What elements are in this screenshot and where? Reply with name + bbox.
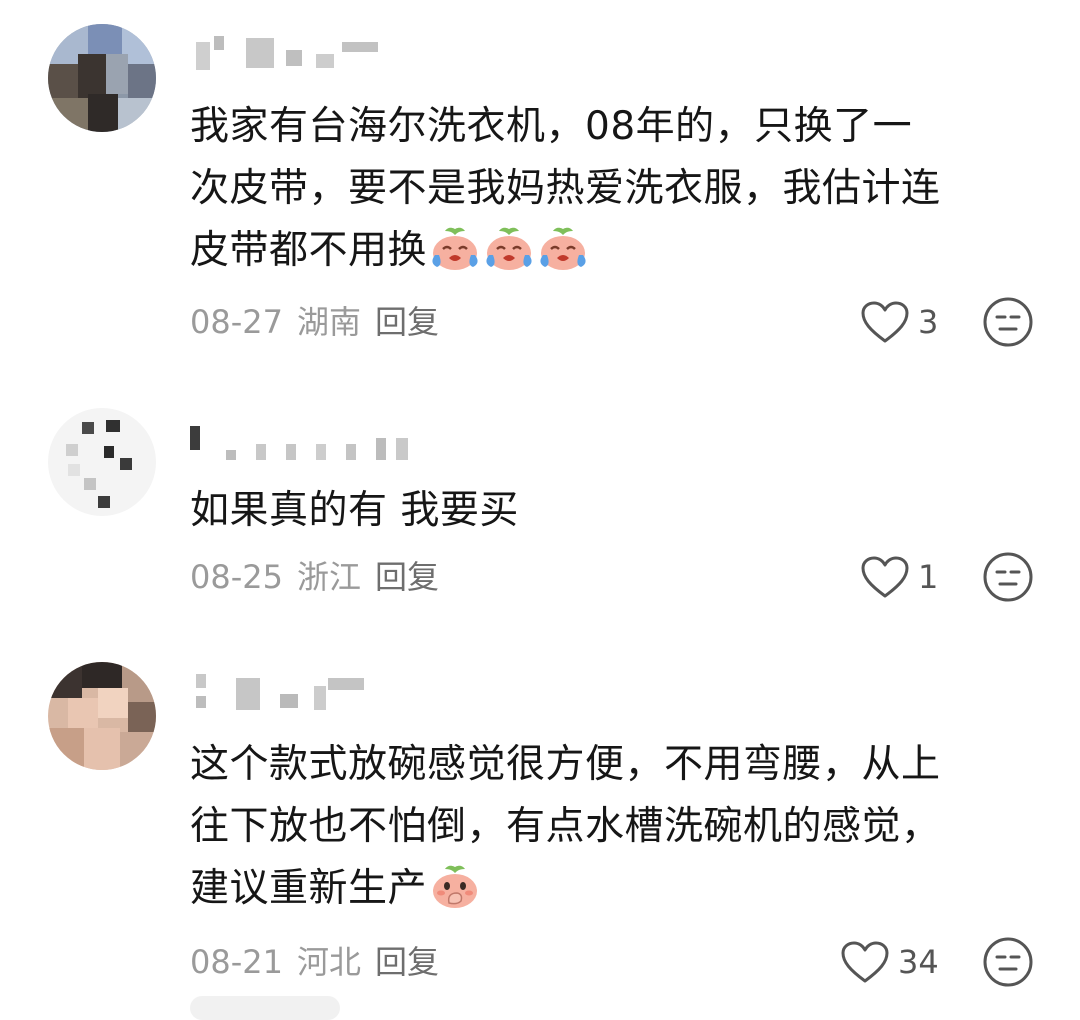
like-button[interactable]: 34 bbox=[840, 937, 939, 987]
emoji-row bbox=[427, 865, 481, 911]
comment-text-line: 往下放也不怕倒，有点水槽洗碗机的感觉， bbox=[190, 804, 941, 849]
like-button[interactable]: 1 bbox=[860, 552, 938, 602]
username-blurred[interactable] bbox=[190, 674, 390, 714]
next-item-placeholder bbox=[190, 996, 340, 1020]
like-count: 3 bbox=[918, 303, 939, 341]
comment-date: 08-21 bbox=[190, 943, 283, 981]
comment-meta: 08-21 河北 回复 bbox=[190, 937, 439, 987]
comment-text-line: 我家有台海尔洗衣机，08年的，只换了一 bbox=[190, 104, 913, 149]
comment-text-span: 皮带都不用换 bbox=[190, 228, 428, 273]
hand-over-mouth-emoji bbox=[433, 865, 478, 908]
reply-button[interactable]: 回复 bbox=[375, 558, 439, 596]
heart-outline-icon bbox=[861, 301, 909, 343]
avatar[interactable] bbox=[48, 408, 156, 516]
comment-meta: 08-27 湖南 回复 bbox=[190, 297, 439, 347]
comment-text: 如果真的有 我要买 bbox=[190, 480, 990, 542]
like-button[interactable]: 3 bbox=[860, 297, 938, 347]
emoji-row bbox=[427, 227, 589, 273]
comment-text-line: 如果真的有 我要买 bbox=[190, 488, 519, 533]
crying-face-emoji bbox=[432, 227, 478, 270]
comment-date: 08-27 bbox=[190, 303, 283, 341]
crying-face-emoji bbox=[540, 227, 586, 270]
comment-location: 河北 bbox=[296, 943, 361, 981]
comment-text: 我家有台海尔洗衣机，08年的，只换了一 次皮带，要不是我妈热爱洗衣服，我估计连 … bbox=[190, 96, 990, 282]
comment-date: 08-25 bbox=[190, 558, 283, 596]
username-blurred[interactable] bbox=[190, 36, 400, 76]
like-count: 1 bbox=[918, 558, 939, 596]
reply-button[interactable]: 回复 bbox=[375, 943, 439, 981]
comment-text-span: 建议重新生产 bbox=[190, 866, 428, 911]
reply-button[interactable]: 回复 bbox=[375, 303, 439, 341]
comment-text-line: 这个款式放碗感觉很方便，不用弯腰，从上 bbox=[190, 742, 941, 787]
comment-location: 湖南 bbox=[296, 303, 361, 341]
comment-text-line: 建议重新生产 bbox=[190, 858, 990, 920]
avatar[interactable] bbox=[48, 662, 156, 770]
neutral-face-icon[interactable] bbox=[982, 936, 1034, 988]
neutral-face-icon[interactable] bbox=[982, 296, 1034, 348]
username-blurred[interactable] bbox=[190, 424, 420, 464]
comment-text-line: 次皮带，要不是我妈热爱洗衣服，我估计连 bbox=[190, 166, 941, 211]
comment-text: 这个款式放碗感觉很方便，不用弯腰，从上 往下放也不怕倒，有点水槽洗碗机的感觉， … bbox=[190, 734, 990, 920]
heart-outline-icon bbox=[861, 556, 909, 598]
comment-location: 浙江 bbox=[296, 558, 361, 596]
crying-face-emoji bbox=[486, 227, 532, 270]
heart-outline-icon bbox=[841, 941, 889, 983]
comment-text-line: 皮带都不用换 bbox=[190, 220, 990, 282]
comment-meta: 08-25 浙江 回复 bbox=[190, 552, 439, 602]
avatar[interactable] bbox=[48, 24, 156, 132]
like-count: 34 bbox=[898, 943, 939, 981]
neutral-face-icon[interactable] bbox=[982, 551, 1034, 603]
